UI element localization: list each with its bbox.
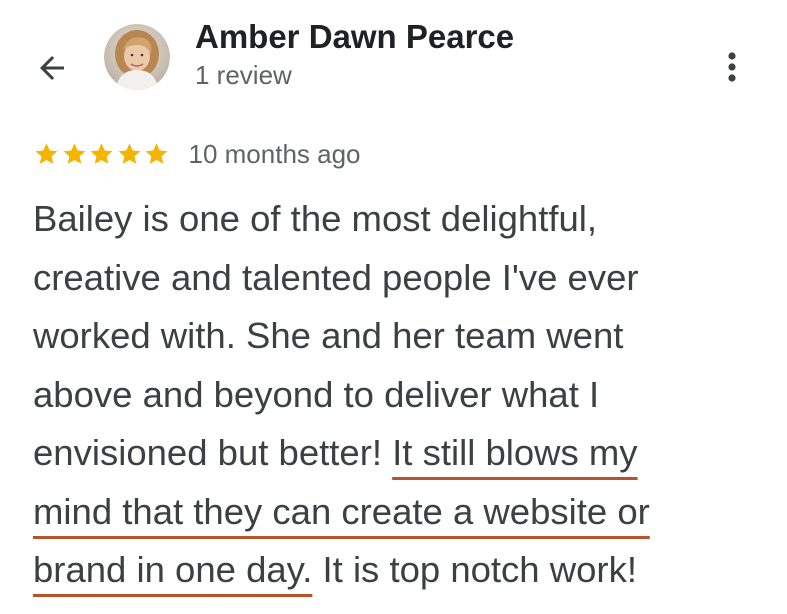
review-line: worked with. She and her team went — [33, 307, 773, 366]
review-line: Bailey is one of the most delightful, — [33, 190, 773, 249]
reviewer-name[interactable]: Amber Dawn Pearce — [195, 18, 514, 56]
star-icon — [118, 143, 140, 164]
highlighted-text: brand in one day. — [33, 549, 313, 590]
highlighted-text: mind that they can create a website or — [33, 490, 650, 532]
review-line: envisioned but better! It still blows my — [33, 424, 773, 483]
more-vert-icon — [728, 52, 736, 82]
more-options-button[interactable] — [712, 44, 752, 90]
review-date: 10 months ago — [188, 138, 361, 169]
review-header: Amber Dawn Pearce 1 review — [0, 0, 787, 110]
star-icon — [63, 143, 85, 164]
rating-row: 10 months ago — [33, 134, 361, 174]
review-text-segment: Bailey is one of the most delightful, — [33, 198, 598, 239]
back-button[interactable] — [30, 46, 74, 90]
highlighted-text: It still blows my — [392, 432, 638, 473]
avatar[interactable] — [104, 24, 170, 90]
review-text-segment: worked with. She and her team went — [33, 315, 624, 356]
review-text-segment: above and beyond to deliver what I — [33, 373, 600, 415]
review-text-segment: It is top notch work! — [312, 549, 637, 590]
review-text-segment: creative and talented people I've ever — [33, 256, 639, 298]
review-text-segment: envisioned but better! — [33, 432, 393, 473]
review-line: mind that they can create a website or — [33, 483, 773, 542]
review-line: brand in one day. It is top notch work! — [33, 541, 773, 600]
avatar-photo — [104, 24, 170, 90]
star-rating — [33, 141, 171, 167]
review-count: 1 review — [195, 60, 292, 90]
arrow-left-icon — [40, 56, 64, 80]
review-line: above and beyond to deliver what I — [33, 366, 773, 425]
star-icon — [90, 143, 113, 164]
star-icon — [35, 143, 58, 164]
star-icon — [145, 143, 168, 164]
review-text: Bailey is one of the most delightful, cre… — [33, 190, 773, 600]
review-line: creative and talented people I've ever — [33, 249, 773, 308]
